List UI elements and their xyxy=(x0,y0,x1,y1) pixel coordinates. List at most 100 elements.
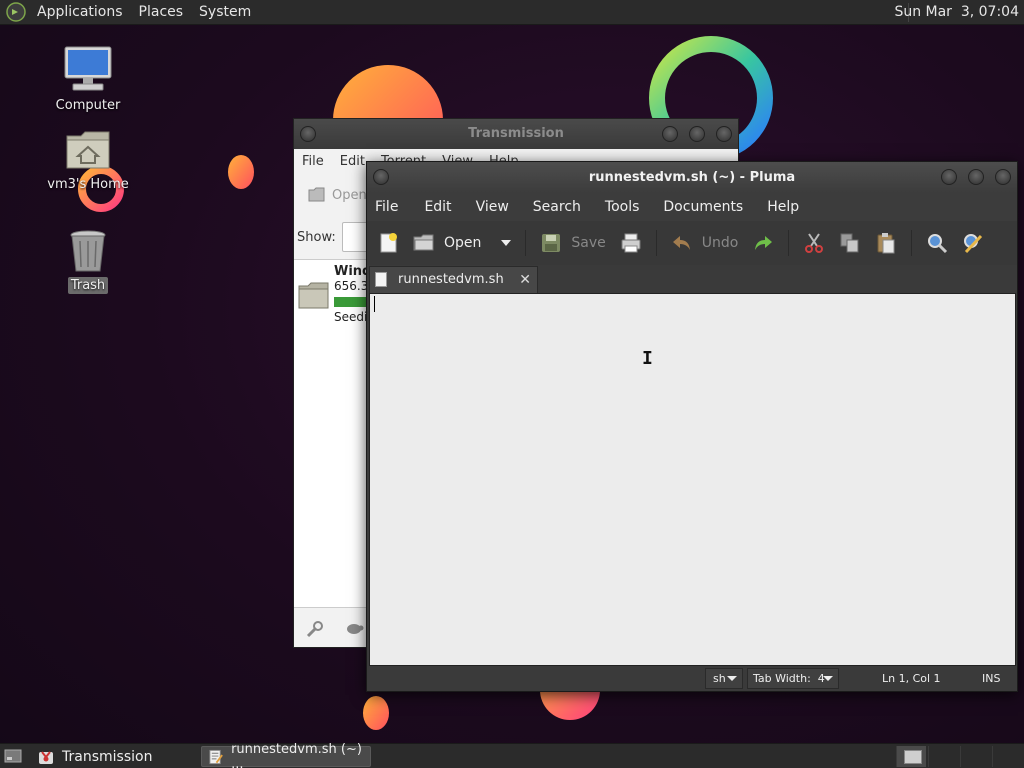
chevron-down-icon xyxy=(727,676,737,681)
toolbar-separator xyxy=(788,230,790,256)
turtle-icon[interactable] xyxy=(344,620,364,636)
clock[interactable]: Sun Mar 3, 07:04 xyxy=(894,4,1019,20)
close-tab-icon[interactable]: ✕ xyxy=(519,267,531,293)
desktop-icon-label: Computer xyxy=(55,98,121,113)
new-document-icon xyxy=(380,233,397,253)
language-combo[interactable]: sh xyxy=(705,668,743,689)
toolbar-separator xyxy=(911,230,913,256)
bottom-panel: Transmission runnestedvm.sh (~) ... xyxy=(0,742,1024,768)
open-icon xyxy=(413,234,434,251)
menu-view[interactable]: View xyxy=(468,199,517,215)
home-folder-icon xyxy=(66,131,110,169)
taskbar-item-transmission[interactable]: Transmission xyxy=(32,746,198,767)
new-document-button[interactable] xyxy=(377,232,399,254)
redo-icon xyxy=(755,236,773,250)
window-menu-button[interactable] xyxy=(373,169,389,185)
menu-help[interactable]: Help xyxy=(759,199,807,215)
find-replace-button[interactable] xyxy=(962,232,984,254)
paste-icon xyxy=(877,233,895,254)
mate-logo-icon[interactable] xyxy=(5,1,27,23)
undo-button[interactable]: Undo xyxy=(671,232,739,254)
copy-button[interactable] xyxy=(839,232,861,254)
window-menu-button[interactable] xyxy=(300,126,316,142)
chevron-down-icon xyxy=(823,676,833,681)
menu-documents[interactable]: Documents xyxy=(655,199,751,215)
desktop-icon-home[interactable]: vm3's Home xyxy=(43,128,133,193)
open-button[interactable]: Open xyxy=(413,232,512,254)
insert-mode: INS xyxy=(982,672,1001,685)
minimize-button[interactable] xyxy=(662,126,678,142)
language-value: sh xyxy=(713,672,726,685)
menu-file[interactable]: File xyxy=(367,199,406,215)
top-panel: Applications Places System Sun Mar 3, 07… xyxy=(0,0,1024,25)
show-desktop-icon[interactable] xyxy=(4,748,22,764)
find-replace-icon xyxy=(964,234,983,254)
open-button[interactable]: Open xyxy=(332,188,367,203)
menu-tools[interactable]: Tools xyxy=(597,199,648,215)
system-menu[interactable]: System xyxy=(191,4,259,20)
open-label: Open xyxy=(444,235,482,251)
save-icon xyxy=(542,234,561,252)
redo-button[interactable] xyxy=(752,232,774,254)
document-tab-label: runnestedvm.sh xyxy=(398,272,504,287)
close-button[interactable] xyxy=(716,126,732,142)
text-editor-area[interactable]: I xyxy=(369,293,1016,666)
taskbar-item-label: runnestedvm.sh (~) ... xyxy=(231,741,362,768)
tab-width-combo[interactable]: Tab Width: 4 xyxy=(747,668,839,689)
desktop-icon-trash[interactable]: Trash xyxy=(43,229,133,294)
places-menu[interactable]: Places xyxy=(131,4,192,20)
menu-search[interactable]: Search xyxy=(525,199,589,215)
save-button[interactable]: Save xyxy=(540,232,606,254)
transmission-titlebar[interactable]: Transmission xyxy=(294,119,738,149)
taskbar-item-label: Transmission xyxy=(62,748,153,765)
workspace-2[interactable] xyxy=(928,746,958,767)
applications-menu[interactable]: Applications xyxy=(29,4,131,20)
menu-edit[interactable]: Edit xyxy=(416,199,459,215)
toolbar-separator xyxy=(525,230,527,256)
workspace-window-icon xyxy=(904,750,922,764)
open-dropdown-arrow-icon[interactable] xyxy=(501,240,512,246)
workspace-3[interactable] xyxy=(960,746,990,767)
document-tab[interactable]: runnestedvm.sh ✕ xyxy=(369,266,538,293)
pluma-toolbar: Open Save Undo xyxy=(367,221,1017,265)
maximize-button[interactable] xyxy=(968,169,984,185)
workspace-4[interactable] xyxy=(992,746,1022,767)
window-title: runnestedvm.sh (~) - Pluma xyxy=(588,170,796,185)
text-editor-icon xyxy=(209,749,223,764)
open-icon[interactable] xyxy=(308,187,326,203)
cut-icon xyxy=(805,233,824,253)
close-button[interactable] xyxy=(995,169,1011,185)
find-button[interactable] xyxy=(926,232,948,254)
undo-label: Undo xyxy=(701,235,739,251)
pluma-menubar: File Edit View Search Tools Documents He… xyxy=(367,193,1017,221)
document-tabbar: runnestedvm.sh ✕ xyxy=(367,265,1017,293)
pluma-titlebar[interactable]: runnestedvm.sh (~) - Pluma xyxy=(367,162,1017,193)
copy-icon xyxy=(840,233,859,253)
trash-icon xyxy=(70,230,106,272)
workspace-1[interactable] xyxy=(896,746,926,767)
mouse-ibeam-cursor-icon: I xyxy=(642,348,653,369)
desktop-icon-label: vm3's Home xyxy=(47,177,129,192)
transmission-icon xyxy=(39,750,53,764)
cursor-position: Ln 1, Col 1 xyxy=(882,672,941,685)
paste-button[interactable] xyxy=(875,232,897,254)
taskbar-item-pluma[interactable]: runnestedvm.sh (~) ... xyxy=(201,742,371,768)
cut-button[interactable] xyxy=(803,232,825,254)
text-cursor xyxy=(374,296,375,312)
pluma-window[interactable]: runnestedvm.sh (~) - Pluma File Edit Vie… xyxy=(366,161,1018,692)
preferences-wrench-icon[interactable] xyxy=(306,620,324,638)
print-button[interactable] xyxy=(620,232,642,254)
undo-icon xyxy=(672,236,690,250)
menu-file[interactable]: File xyxy=(294,154,332,169)
desktop-icon-computer[interactable]: Computer xyxy=(43,45,133,114)
computer-icon xyxy=(64,46,112,91)
minimize-button[interactable] xyxy=(941,169,957,185)
toolbar-separator xyxy=(655,230,657,256)
folder-icon xyxy=(298,282,329,309)
document-icon xyxy=(375,272,387,287)
print-icon xyxy=(621,233,641,253)
maximize-button[interactable] xyxy=(689,126,705,142)
show-label: Show: xyxy=(297,229,336,245)
torrent-progress-bar xyxy=(334,297,369,307)
desktop-icon-label: Trash xyxy=(67,277,109,294)
